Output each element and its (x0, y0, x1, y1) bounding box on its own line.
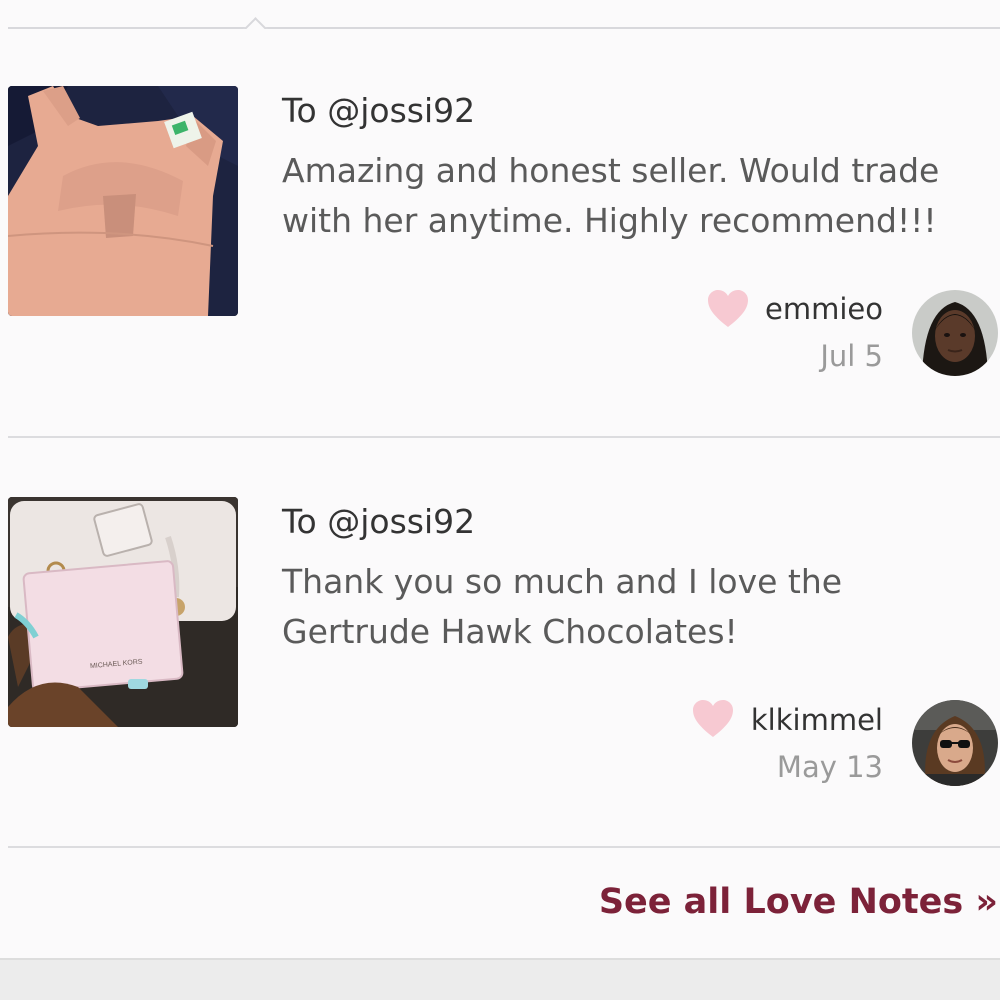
dropdown-caret (242, 14, 270, 29)
top-divider (8, 27, 1000, 29)
love-note: To @jossi92 Amazing and honest seller. W… (0, 86, 1000, 406)
heart-icon[interactable] (707, 289, 749, 329)
note-author[interactable]: emmieo (765, 292, 883, 326)
klkimmel-avatar (912, 700, 998, 786)
love-notes-page: To @jossi92 Amazing and honest seller. W… (0, 0, 1000, 1000)
note-date: Jul 5 (820, 339, 883, 373)
listing-thumbnail[interactable]: MICHAEL KORS (8, 497, 238, 727)
note-message: Thank you so much and I love the Gertrud… (282, 562, 843, 651)
listing-thumbnail[interactable] (8, 86, 238, 316)
love-note: MICHAEL KORS To @jossi92 Thank you so mu… (0, 497, 1000, 817)
note-divider (8, 436, 1000, 438)
note-divider (8, 846, 1000, 848)
michael-kors-wallet-photo: MICHAEL KORS (8, 497, 238, 727)
pink-dress-photo (8, 86, 238, 316)
note-recipient[interactable]: To @jossi92 (282, 501, 475, 543)
emmieo-avatar (912, 290, 998, 376)
note-recipient[interactable]: To @jossi92 (282, 90, 475, 132)
heart-icon[interactable] (692, 699, 734, 739)
avatar[interactable] (912, 700, 998, 786)
note-date: May 13 (776, 750, 883, 784)
note-message: Amazing and honest seller. Would trade w… (282, 151, 940, 240)
bottom-band (0, 958, 1000, 1000)
note-author[interactable]: klkimmel (751, 703, 883, 737)
avatar[interactable] (912, 290, 998, 376)
see-all-love-notes-link[interactable]: See all Love Notes » (599, 878, 998, 926)
